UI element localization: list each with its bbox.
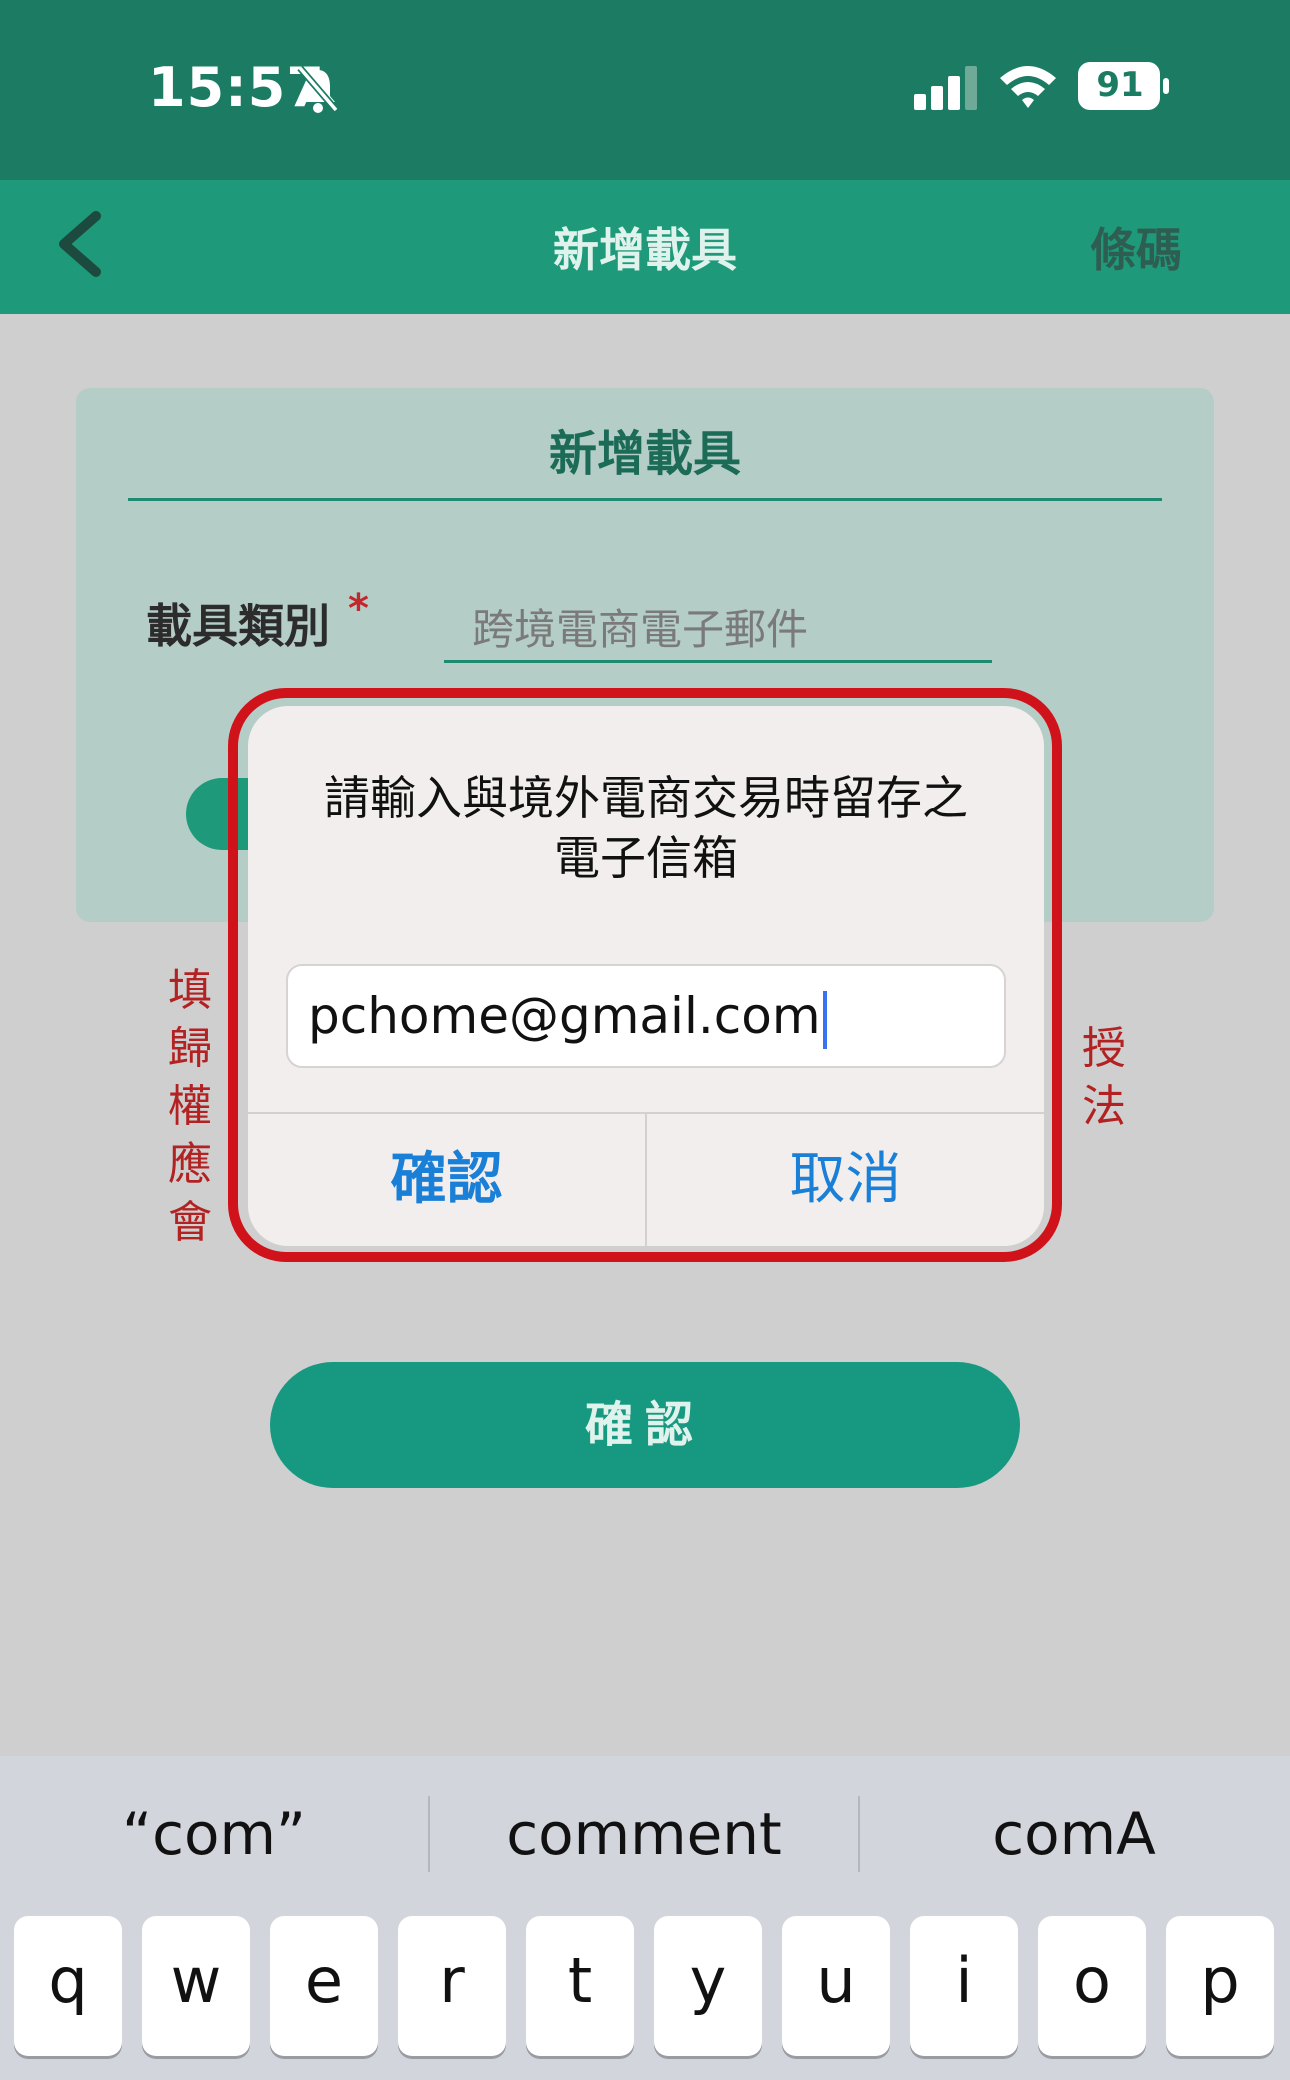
key-i[interactable]: i xyxy=(910,1916,1018,2056)
key-r[interactable]: r xyxy=(398,1916,506,2056)
cellular-signal-icon xyxy=(914,66,977,110)
email-input[interactable]: pchome@gmail.com xyxy=(286,964,1006,1068)
key-u[interactable]: u xyxy=(782,1916,890,2056)
carrier-type-underline xyxy=(444,660,992,663)
carrier-type-field[interactable]: 跨境電商電子郵件 xyxy=(472,596,808,657)
key-e[interactable]: e xyxy=(270,1916,378,2056)
carrier-type-label: 載具類別 xyxy=(146,599,330,653)
suggestion-2[interactable]: comment xyxy=(454,1800,834,1868)
required-mark: * xyxy=(348,586,369,632)
key-t[interactable]: t xyxy=(526,1916,634,2056)
suggestion-divider xyxy=(858,1796,860,1872)
key-p[interactable]: p xyxy=(1166,1916,1274,2056)
key-o[interactable]: o xyxy=(1038,1916,1146,2056)
alert-cancel-button[interactable]: 取消 xyxy=(647,1114,1044,1246)
confirm-button[interactable]: 確認 xyxy=(270,1362,1020,1488)
key-q[interactable]: q xyxy=(14,1916,122,2056)
text-caret xyxy=(822,990,827,1049)
key-y[interactable]: y xyxy=(654,1916,762,2056)
suggestion-divider xyxy=(428,1796,430,1872)
email-alert-dialog: 請輸入與境外電商交易時留存之電子信箱 pchome@gmail.com 確認 取… xyxy=(248,706,1044,1246)
key-w[interactable]: w xyxy=(142,1916,250,2056)
card-divider xyxy=(128,498,1162,501)
bell-muted-icon xyxy=(297,65,339,113)
wifi-icon xyxy=(1000,66,1056,108)
barcode-button[interactable]: 條碼 xyxy=(1090,214,1182,280)
suggestion-1[interactable]: “com” xyxy=(24,1800,404,1868)
battery-level: 91 xyxy=(1096,65,1144,105)
suggestion-3[interactable]: comA xyxy=(884,1800,1264,1868)
email-input-value: pchome@gmail.com xyxy=(308,987,821,1045)
card-title: 新增載具 xyxy=(548,426,741,482)
alert-message: 請輸入與境外電商交易時留存之電子信箱 xyxy=(324,771,968,885)
alert-confirm-button[interactable]: 確認 xyxy=(248,1114,645,1246)
